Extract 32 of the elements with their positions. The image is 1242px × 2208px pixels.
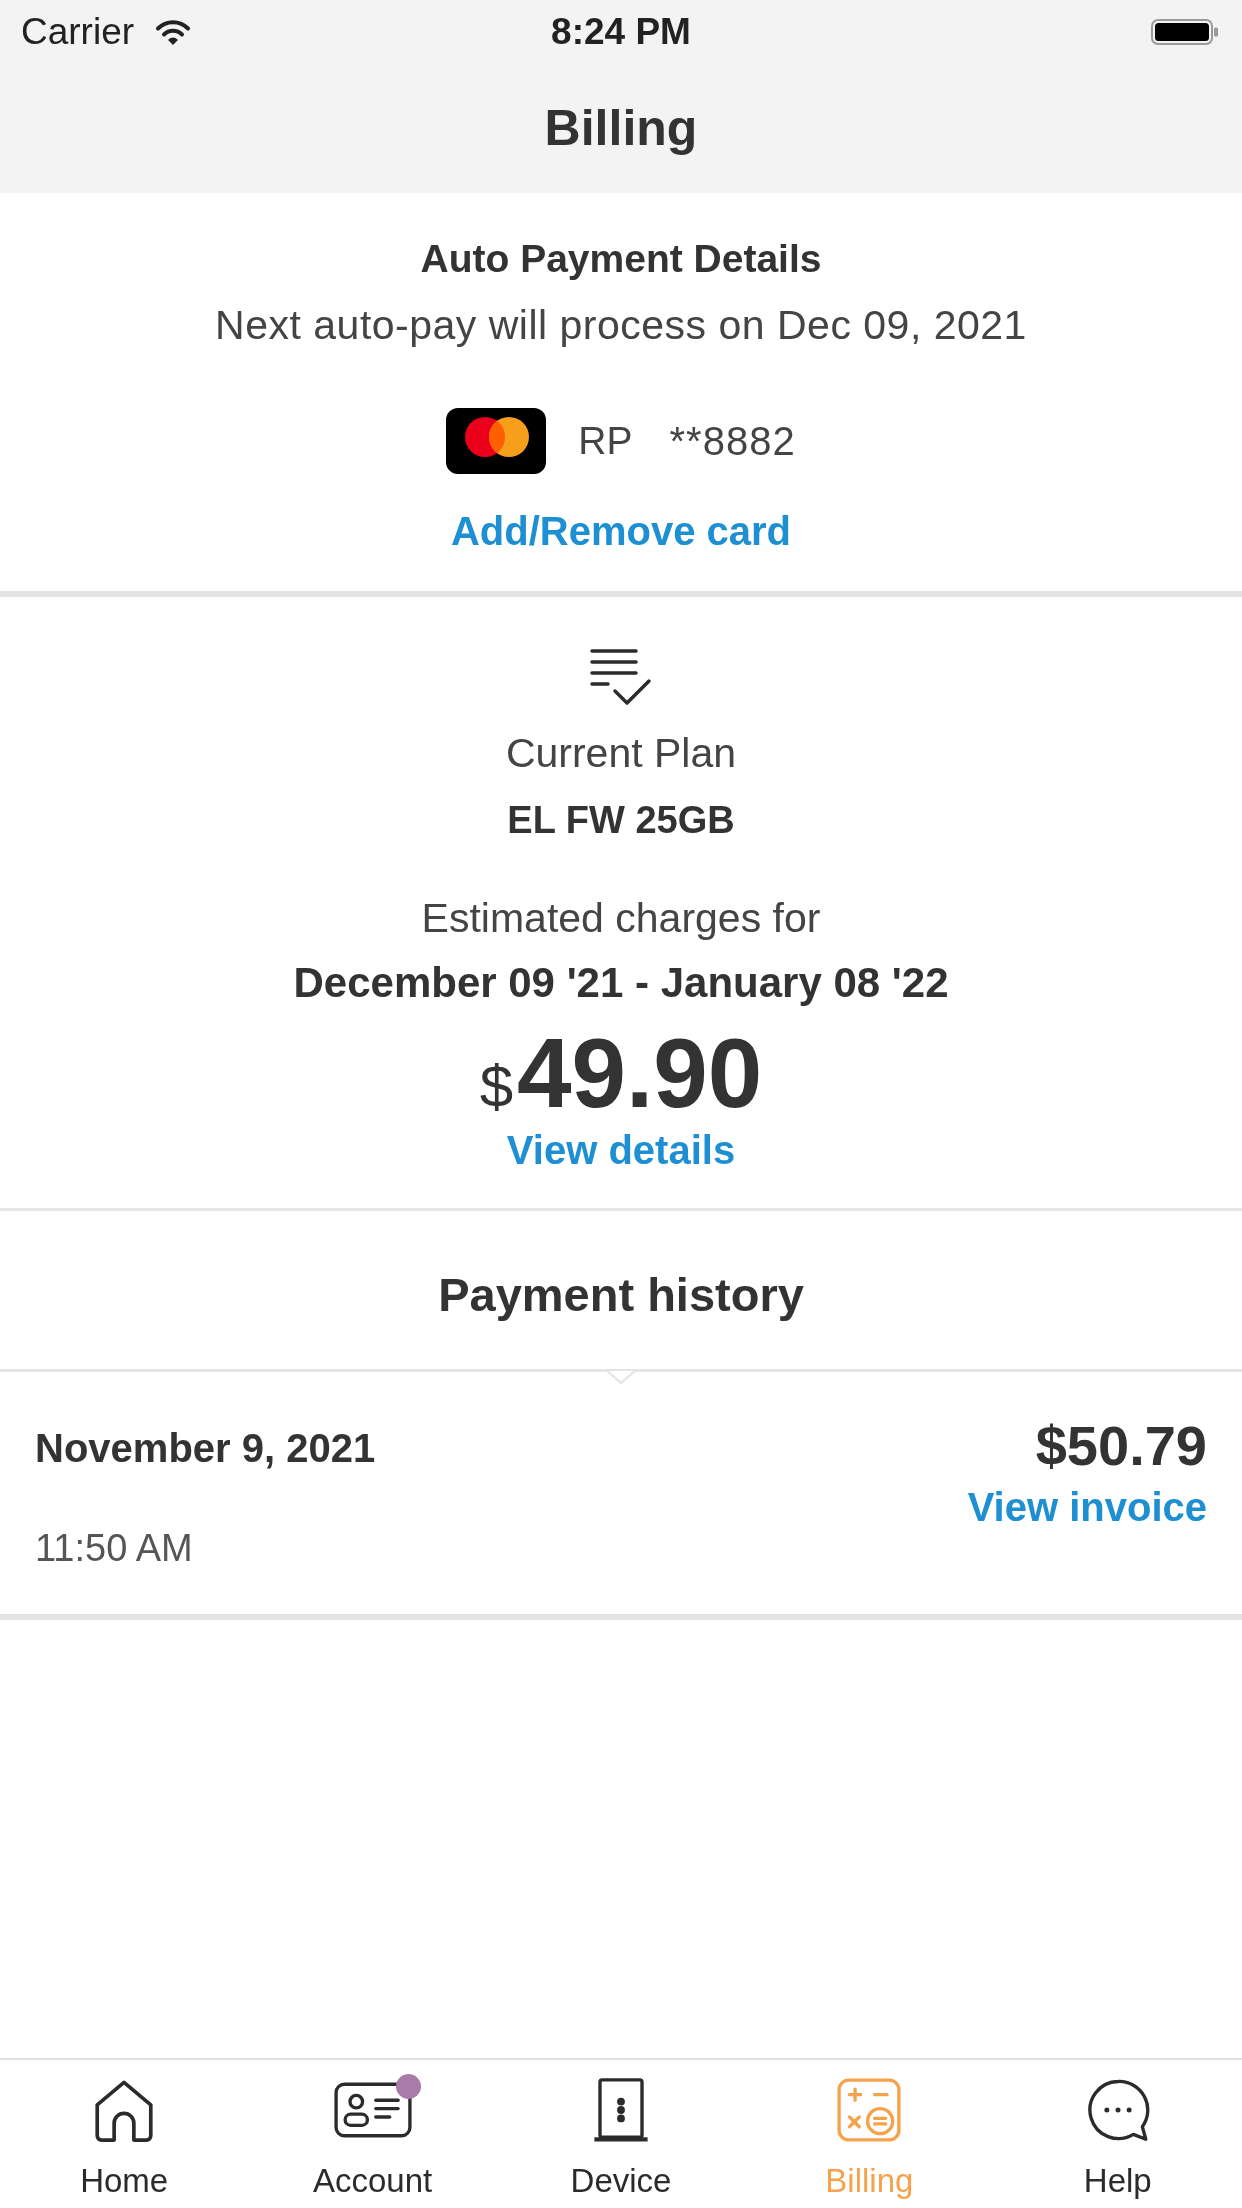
add-remove-card-link[interactable]: Add/Remove card: [450, 509, 792, 553]
card-number: **8882: [669, 418, 796, 463]
estimated-amount: 49.90: [517, 1023, 763, 1123]
charges-label: Estimated charges for: [421, 896, 821, 940]
card-holder: RP: [578, 418, 633, 463]
billing-period: December 09 '21 - January 08 '22: [293, 961, 949, 1005]
card-logo-icon: [446, 407, 547, 474]
section-title: Payment history: [438, 1270, 804, 1320]
page-title: Billing: [544, 100, 698, 156]
tab-bar-item[interactable]: Help: [993, 2060, 1242, 2208]
next-payment-text: Next auto-pay will process on Dec 09, 2021: [215, 303, 1027, 347]
status-time: 8:24 PM: [551, 9, 691, 54]
payment-date: November 9, 2021: [35, 1426, 376, 1470]
view-invoice-link[interactable]: View invoice: [967, 1485, 1207, 1529]
payment-time: 11:50 AM: [35, 1526, 194, 1570]
id-card-icon: [333, 2082, 412, 2138]
tab-bar-item[interactable]: Account: [248, 2060, 497, 2208]
router-icon: [593, 2077, 649, 2143]
calculator-icon: [837, 2078, 902, 2142]
wifi-icon: [154, 17, 193, 46]
tab-bar-item[interactable]: Home: [0, 2060, 249, 2208]
tab-bar-item[interactable]: Device: [496, 2060, 746, 2208]
battery-icon: [1151, 18, 1219, 45]
view-details-link[interactable]: View details: [506, 1128, 736, 1172]
list-check-icon: [590, 648, 652, 706]
section-title: Auto Payment Details: [420, 237, 822, 281]
currency-symbol: $: [479, 1052, 514, 1122]
carrier-label: Carrier: [21, 9, 135, 54]
payment-amount: $50.79: [1035, 1418, 1207, 1474]
plan-name: EL FW 25GB: [507, 798, 735, 842]
plan-label: Current Plan: [505, 731, 737, 775]
chat-bubble-icon: [1085, 2078, 1150, 2142]
